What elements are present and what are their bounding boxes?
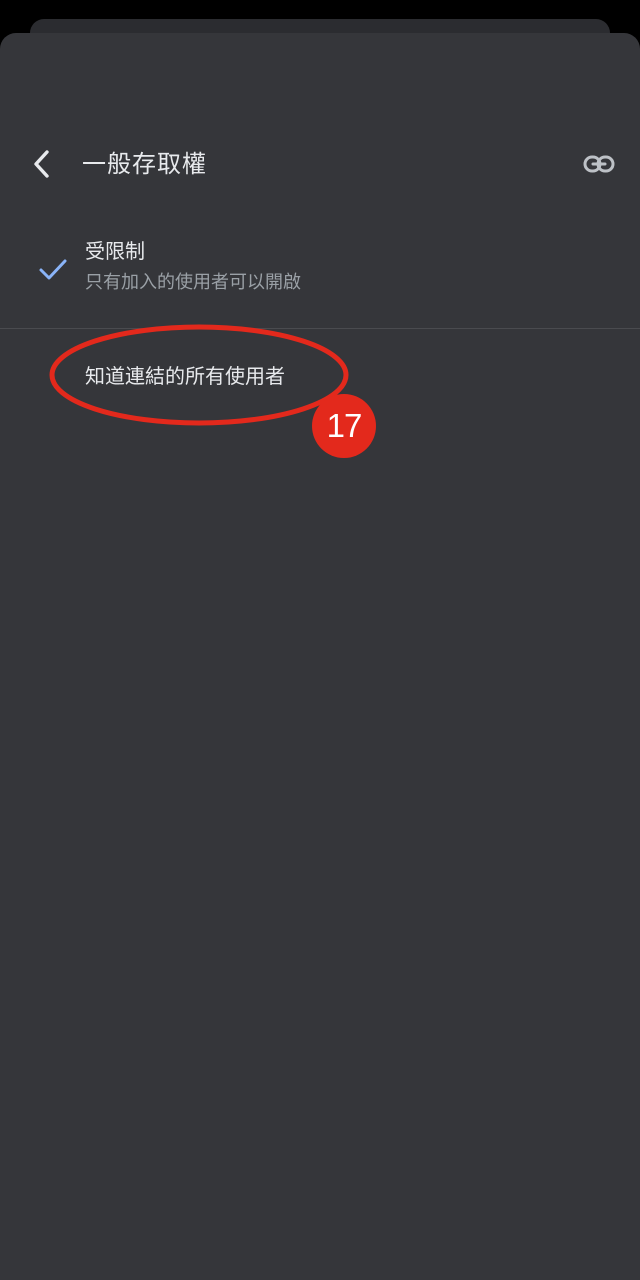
copy-link-button[interactable] [578,148,620,180]
general-access-sheet [0,33,640,1280]
page-title: 一般存取權 [82,150,207,178]
chevron-left-icon [34,150,49,178]
check-icon [39,259,67,280]
option-anyone-with-link-title: 知道連結的所有使用者 [85,364,285,388]
divider [0,328,640,329]
option-restricted-title: 受限制 [85,239,145,263]
step-number-badge: 17 [312,394,376,458]
option-anyone-with-link[interactable]: 知道連結的所有使用者 [0,340,640,412]
option-restricted[interactable]: 受限制 只有加入的使用者可以開啟 [0,225,640,328]
header: 一般存取權 [0,108,640,218]
back-button[interactable] [24,146,60,182]
link-icon [583,155,615,173]
option-restricted-subtitle: 只有加入的使用者可以開啟 [85,272,301,293]
